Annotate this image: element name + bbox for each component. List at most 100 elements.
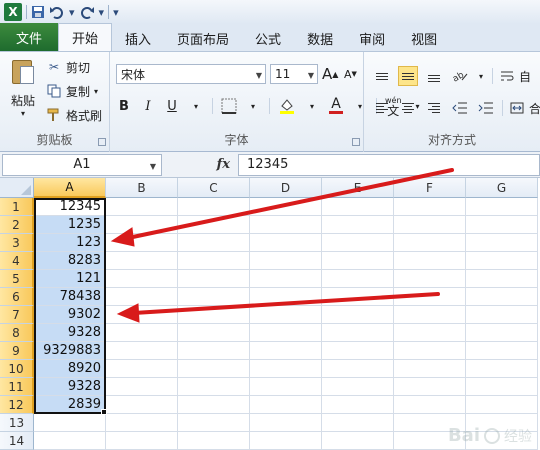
tab-home[interactable]: 开始 <box>58 23 113 51</box>
row-header[interactable]: 14 <box>0 432 34 450</box>
shrink-font-button[interactable]: A ▼ <box>342 64 358 84</box>
tab-insert[interactable]: 插入 <box>112 25 164 51</box>
cell-a10[interactable]: 8920 <box>34 360 106 378</box>
cell-e8[interactable] <box>322 324 394 342</box>
paste-dropdown-icon[interactable]: ▾ <box>21 109 25 118</box>
align-center-button[interactable] <box>398 98 418 118</box>
font-size-select[interactable]: 11 ▼ <box>270 64 318 84</box>
cell-g10[interactable] <box>466 360 538 378</box>
insert-function-icon[interactable]: fx <box>217 157 230 172</box>
column-header-e[interactable]: E <box>322 178 394 198</box>
tab-view[interactable]: 视图 <box>398 25 450 51</box>
name-box[interactable]: A1 ▼ <box>2 153 162 176</box>
cell-c12[interactable] <box>178 396 250 414</box>
increase-indent-button[interactable] <box>476 98 496 118</box>
cell-d3[interactable] <box>250 234 322 252</box>
cell-b7[interactable] <box>106 306 178 324</box>
select-all-button[interactable] <box>0 178 34 198</box>
column-header-f[interactable]: F <box>394 178 466 198</box>
cell-f8[interactable] <box>394 324 466 342</box>
align-bottom-button[interactable] <box>424 66 444 86</box>
cell-d9[interactable] <box>250 342 322 360</box>
cell-e3[interactable] <box>322 234 394 252</box>
cell-f2[interactable] <box>394 216 466 234</box>
cell-g3[interactable] <box>466 234 538 252</box>
cell-c14[interactable] <box>178 432 250 450</box>
tab-data[interactable]: 数据 <box>294 25 346 51</box>
cell-a11[interactable]: 9328 <box>34 378 106 396</box>
orientation-dropdown-icon[interactable]: ▾ <box>476 66 486 86</box>
cell-f12[interactable] <box>394 396 466 414</box>
cell-c5[interactable] <box>178 270 250 288</box>
cell-c2[interactable] <box>178 216 250 234</box>
cell-e2[interactable] <box>322 216 394 234</box>
row-header[interactable]: 13 <box>0 414 34 432</box>
cell-g7[interactable] <box>466 306 538 324</box>
cell-g1[interactable] <box>466 198 538 216</box>
cell-f10[interactable] <box>394 360 466 378</box>
cell-e14[interactable] <box>322 432 394 450</box>
save-icon[interactable] <box>31 3 45 21</box>
row-header[interactable]: 4 <box>0 252 34 270</box>
cell-b5[interactable] <box>106 270 178 288</box>
cell-d14[interactable] <box>250 432 322 450</box>
cell-e10[interactable] <box>322 360 394 378</box>
cell-c3[interactable] <box>178 234 250 252</box>
cell-e11[interactable] <box>322 378 394 396</box>
cell-e1[interactable] <box>322 198 394 216</box>
align-left-button[interactable] <box>372 98 392 118</box>
cell-d2[interactable] <box>250 216 322 234</box>
decrease-indent-button[interactable] <box>450 98 470 118</box>
row-header[interactable]: 3 <box>0 234 34 252</box>
cell-a4[interactable]: 8283 <box>34 252 106 270</box>
cell-a6[interactable]: 78438 <box>34 288 106 306</box>
cell-b2[interactable] <box>106 216 178 234</box>
cell-b11[interactable] <box>106 378 178 396</box>
cell-c8[interactable] <box>178 324 250 342</box>
row-header[interactable]: 11 <box>0 378 34 396</box>
cell-f5[interactable] <box>394 270 466 288</box>
cell-g9[interactable] <box>466 342 538 360</box>
cell-f11[interactable] <box>394 378 466 396</box>
bold-button[interactable]: B <box>116 96 132 116</box>
cell-a2[interactable]: 1235 <box>34 216 106 234</box>
cell-d12[interactable] <box>250 396 322 414</box>
cell-g5[interactable] <box>466 270 538 288</box>
cell-b6[interactable] <box>106 288 178 306</box>
cell-d11[interactable] <box>250 378 322 396</box>
cell-g12[interactable] <box>466 396 538 414</box>
cell-f1[interactable] <box>394 198 466 216</box>
font-name-select[interactable]: 宋体 ▼ <box>116 64 266 84</box>
cell-c11[interactable] <box>178 378 250 396</box>
orientation-button[interactable]: ab <box>450 66 470 86</box>
cell-b4[interactable] <box>106 252 178 270</box>
cell-a3[interactable]: 123 <box>34 234 106 252</box>
grow-font-button[interactable]: A ▲ <box>322 64 338 84</box>
cell-d1[interactable] <box>250 198 322 216</box>
fill-color-dropdown-icon[interactable]: ▾ <box>304 96 320 116</box>
cell-a7[interactable]: 9302 <box>34 306 106 324</box>
cell-e6[interactable] <box>322 288 394 306</box>
undo-dropdown-icon[interactable]: ▾ <box>69 3 75 21</box>
row-header[interactable]: 10 <box>0 360 34 378</box>
customize-qat-icon[interactable]: ▾ <box>113 3 119 21</box>
cell-c1[interactable] <box>178 198 250 216</box>
cell-f9[interactable] <box>394 342 466 360</box>
cell-c13[interactable] <box>178 414 250 432</box>
cell-c4[interactable] <box>178 252 250 270</box>
cell-e12[interactable] <box>322 396 394 414</box>
paste-button[interactable]: 粘贴 ▾ <box>6 56 40 120</box>
cell-a13[interactable] <box>34 414 106 432</box>
column-header-c[interactable]: C <box>178 178 250 198</box>
column-header-g[interactable]: G <box>466 178 538 198</box>
cell-b1[interactable] <box>106 198 178 216</box>
align-right-button[interactable] <box>424 98 444 118</box>
fill-color-button[interactable] <box>278 96 296 116</box>
cell-b10[interactable] <box>106 360 178 378</box>
cell-d4[interactable] <box>250 252 322 270</box>
row-header[interactable]: 7 <box>0 306 34 324</box>
cell-g8[interactable] <box>466 324 538 342</box>
cell-e4[interactable] <box>322 252 394 270</box>
formula-input[interactable]: 12345 <box>238 153 540 176</box>
cell-a14[interactable] <box>34 432 106 450</box>
